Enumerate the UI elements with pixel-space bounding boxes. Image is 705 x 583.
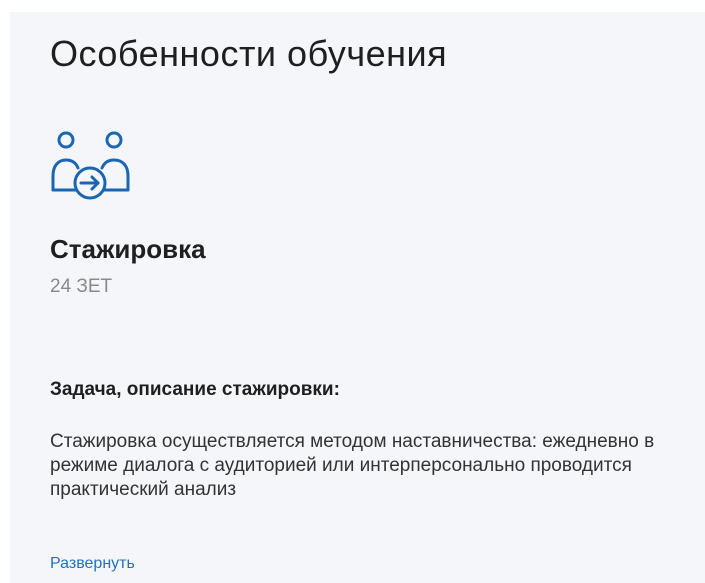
task-description: Стажировка осуществляется методом настав… (50, 431, 655, 500)
learning-features-card: Особенности обучения Стажировка 24 ЗЕТ З… (10, 12, 705, 583)
feature-name: Стажировка (50, 234, 206, 264)
feature-credits: 24 ЗЕТ (50, 276, 113, 297)
section-title: Особенности обучения (50, 33, 448, 74)
expand-link[interactable]: Развернуть (50, 555, 135, 573)
people-transfer-icon (50, 128, 132, 200)
task-heading: Задача, описание стажировки: (50, 379, 340, 400)
